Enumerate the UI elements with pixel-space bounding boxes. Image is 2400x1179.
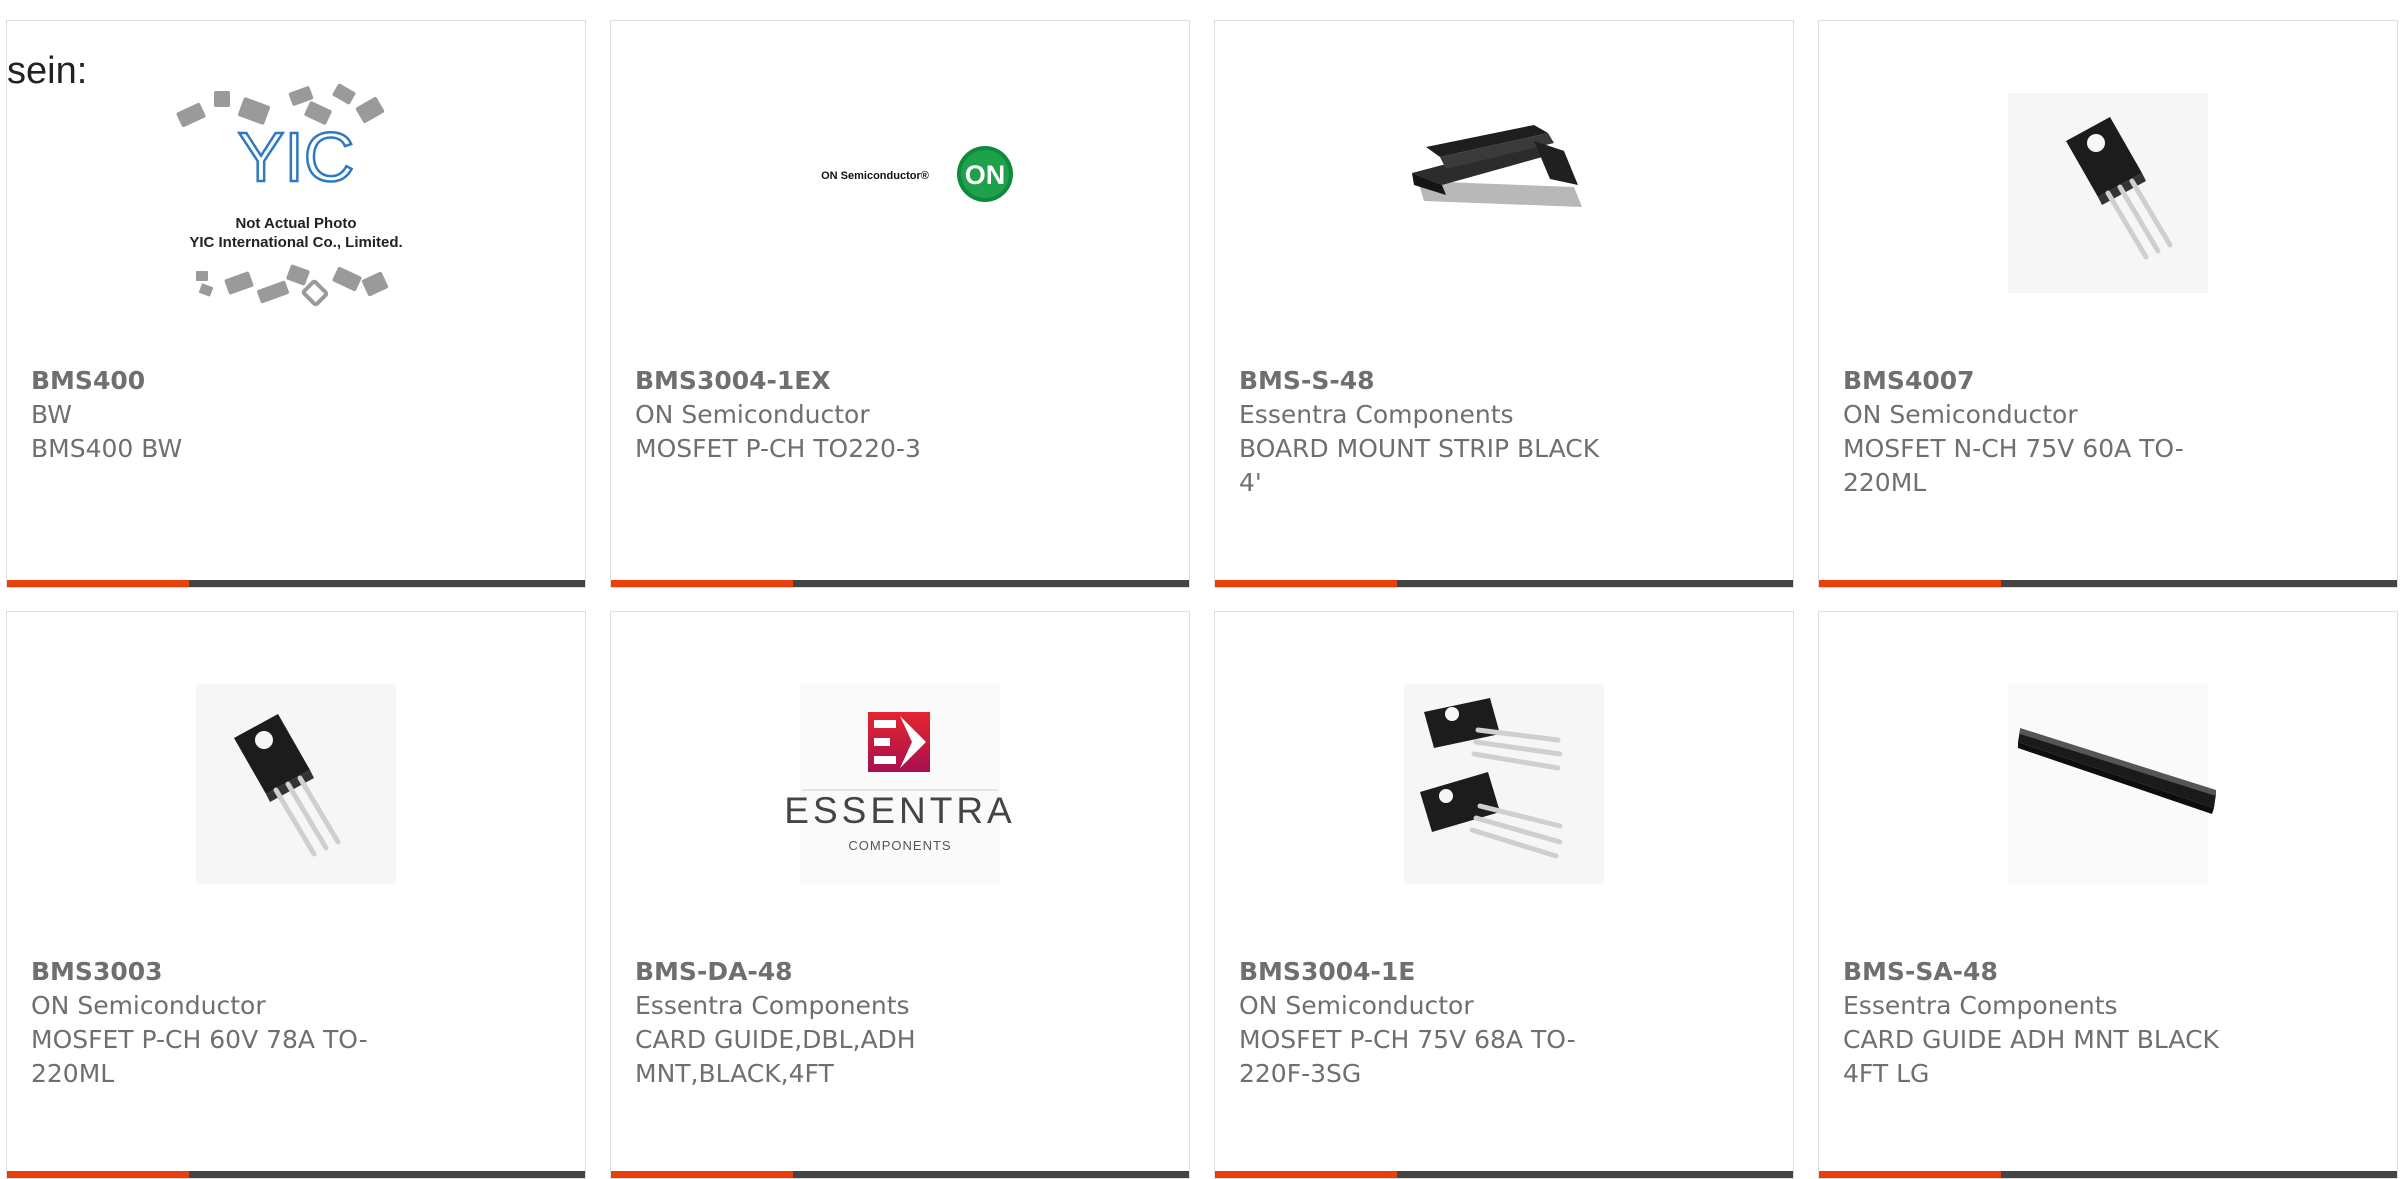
card-bar-accent xyxy=(1819,1171,2001,1178)
essentra-logo-icon: ESSENTRA COMPONENTS xyxy=(784,684,1015,884)
part-number[interactable]: BMS-S-48 xyxy=(1239,364,1629,398)
product-info: BMS3004-1E ON Semiconductor MOSFET P-CH … xyxy=(1239,955,1629,1091)
chip-placeholder-icon: YIC Not Actual Photo YIC International C… xyxy=(176,83,403,307)
product-image[interactable]: YIC Not Actual Photo YIC International C… xyxy=(156,81,436,311)
product-image[interactable] xyxy=(1968,81,2248,311)
card-bar xyxy=(7,580,585,587)
description: BMS400 BW xyxy=(31,434,183,463)
card-guide-icon xyxy=(2008,684,2216,884)
product-card[interactable]: BMS-SA-48 Essentra Components CARD GUIDE… xyxy=(1818,611,2398,1179)
on-semiconductor-logo-icon: ON Semiconductor® ON xyxy=(821,146,1013,202)
product-image[interactable]: ESSENTRA COMPONENTS xyxy=(760,672,1040,902)
part-number[interactable]: BMS4007 xyxy=(1843,364,2233,398)
product-image[interactable] xyxy=(1968,672,2248,902)
svg-text:ON Semiconductor®: ON Semiconductor® xyxy=(821,170,929,182)
card-bar xyxy=(1819,1171,2397,1178)
product-info: BMS-S-48 Essentra Components BOARD MOUNT… xyxy=(1239,364,1629,500)
transistor-icon xyxy=(2008,93,2208,293)
part-number[interactable]: BMS3004-1E xyxy=(1239,955,1629,989)
product-info: BMS-DA-48 Essentra Components CARD GUIDE… xyxy=(635,955,1025,1091)
product-card[interactable]: BMS4007 ON Semiconductor MOSFET N-CH 75V… xyxy=(1818,20,2398,588)
card-bar xyxy=(7,1171,585,1178)
product-info: BMS3003 ON Semiconductor MOSFET P-CH 60V… xyxy=(31,955,421,1091)
product-info: BMS-SA-48 Essentra Components CARD GUIDE… xyxy=(1843,955,2233,1091)
product-card[interactable]: ESSENTRA COMPONENTS BMS-DA-48 Essentra C… xyxy=(610,611,1190,1179)
card-bar-accent xyxy=(7,1171,189,1178)
svg-text:COMPONENTS: COMPONENTS xyxy=(848,838,951,853)
svg-text:YIC International Co., Limited: YIC International Co., Limited. xyxy=(189,234,402,251)
card-bar xyxy=(1215,580,1793,587)
product-card[interactable]: ON Semiconductor® ON BMS3004-1EX ON Semi… xyxy=(610,20,1190,588)
card-bar xyxy=(611,580,1189,587)
description: BOARD MOUNT STRIP BLACK 4' xyxy=(1239,434,1600,497)
part-number[interactable]: BMS3004-1EX xyxy=(635,364,1025,398)
card-bar-accent xyxy=(1819,580,2001,587)
description: MOSFET P-CH 75V 68A TO-220F-3SG xyxy=(1239,1025,1576,1088)
manufacturer: ON Semiconductor xyxy=(635,400,870,429)
product-card[interactable]: BMS3004-1E ON Semiconductor MOSFET P-CH … xyxy=(1214,611,1794,1179)
product-image[interactable] xyxy=(1364,672,1644,902)
manufacturer: BW xyxy=(31,400,72,429)
product-grid: YIC Not Actual Photo YIC International C… xyxy=(6,20,2400,1179)
description: CARD GUIDE ADH MNT BLACK 4FT LG xyxy=(1843,1025,2219,1088)
description: MOSFET P-CH 60V 78A TO-220ML xyxy=(31,1025,368,1088)
card-bar-accent xyxy=(611,1171,793,1178)
product-image[interactable]: ON Semiconductor® ON xyxy=(760,81,1040,311)
product-info: BMS400 BW BMS400 BW xyxy=(31,364,421,466)
two-transistors-icon xyxy=(1404,684,1604,884)
card-bar xyxy=(1819,580,2397,587)
svg-text:Not Actual Photo: Not Actual Photo xyxy=(235,215,356,232)
product-image[interactable] xyxy=(156,672,436,902)
manufacturer: ON Semiconductor xyxy=(1239,991,1474,1020)
part-number[interactable]: BMS3003 xyxy=(31,955,421,989)
svg-text:YIC: YIC xyxy=(238,118,355,196)
description: CARD GUIDE,DBL,ADH MNT,BLACK,4FT xyxy=(635,1025,916,1088)
product-image[interactable] xyxy=(1364,81,1644,311)
card-bar-accent xyxy=(1215,1171,1397,1178)
product-card[interactable]: BMS3003 ON Semiconductor MOSFET P-CH 60V… xyxy=(6,611,586,1179)
product-info: BMS4007 ON Semiconductor MOSFET N-CH 75V… xyxy=(1843,364,2233,500)
manufacturer: Essentra Components xyxy=(1239,400,1514,429)
product-card[interactable]: BMS-S-48 Essentra Components BOARD MOUNT… xyxy=(1214,20,1794,588)
transistor-icon xyxy=(196,684,396,884)
card-bar-accent xyxy=(7,580,189,587)
card-bar xyxy=(1215,1171,1793,1178)
description: MOSFET N-CH 75V 60A TO-220ML xyxy=(1843,434,2184,497)
manufacturer: ON Semiconductor xyxy=(31,991,266,1020)
card-bar-accent xyxy=(1215,580,1397,587)
manufacturer: Essentra Components xyxy=(1843,991,2118,1020)
product-card[interactable]: YIC Not Actual Photo YIC International C… xyxy=(6,20,586,588)
lead-text: sein: xyxy=(7,50,88,92)
part-number[interactable]: BMS-SA-48 xyxy=(1843,955,2233,989)
part-number[interactable]: BMS-DA-48 xyxy=(635,955,1025,989)
svg-text:ESSENTRA: ESSENTRA xyxy=(784,790,1015,831)
description: MOSFET P-CH TO220-3 xyxy=(635,434,921,463)
card-bar-accent xyxy=(611,580,793,587)
card-bar xyxy=(611,1171,1189,1178)
mount-strip-icon xyxy=(1412,125,1582,207)
product-info: BMS3004-1EX ON Semiconductor MOSFET P-CH… xyxy=(635,364,1025,466)
svg-text:ON: ON xyxy=(965,160,1006,190)
manufacturer: Essentra Components xyxy=(635,991,910,1020)
part-number[interactable]: BMS400 xyxy=(31,364,421,398)
manufacturer: ON Semiconductor xyxy=(1843,400,2078,429)
